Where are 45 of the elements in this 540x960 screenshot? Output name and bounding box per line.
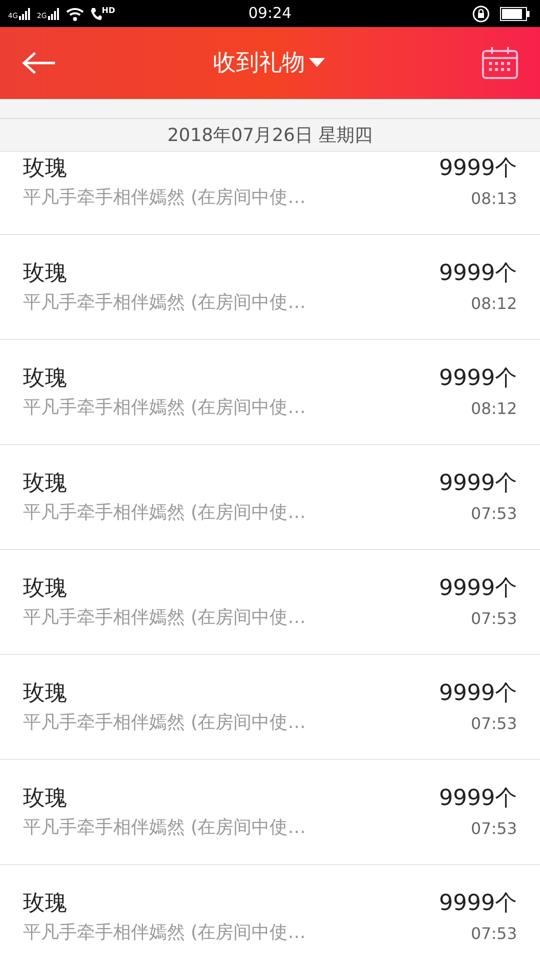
gift-count: 9999个	[439, 786, 517, 812]
gift-count: 9999个	[439, 261, 517, 287]
sender-detail: 平凡手牵手相伴嫣然 (在房间中使…	[23, 292, 306, 314]
gift-name: 玫瑰	[23, 471, 68, 497]
sender-detail: 平凡手牵手相伴嫣然 (在房间中使…	[23, 502, 306, 524]
gift-time: 07:53	[470, 504, 517, 524]
gift-count: 9999个	[439, 891, 517, 917]
wifi-icon	[66, 6, 84, 20]
gift-count: 9999个	[439, 576, 517, 602]
caret-icon	[309, 58, 325, 68]
sender-detail: 平凡手牵手相伴嫣然 (在房间中使…	[23, 922, 306, 944]
date-label: 2018年07月26日 星期四	[167, 124, 373, 148]
gift-time: 07:53	[470, 714, 517, 734]
gift-time: 07:53	[470, 819, 517, 839]
gift-time: 07:53	[470, 609, 517, 629]
sender-detail: 平凡手牵手相伴嫣然 (在房间中使…	[23, 397, 306, 419]
gift-name: 玫瑰	[23, 576, 68, 602]
gift-name: 玫瑰	[23, 891, 68, 917]
gift-name: 玫瑰	[23, 681, 68, 707]
gift-count: 9999个	[439, 681, 517, 707]
gift-count: 9999个	[439, 471, 517, 497]
sender-detail: 平凡手牵手相伴嫣然 (在房间中使…	[23, 187, 306, 209]
gift-name: 玫瑰	[23, 366, 68, 392]
gift-time: 07:53	[470, 924, 517, 944]
sender-detail: 平凡手牵手相伴嫣然 (在房间中使…	[23, 712, 306, 734]
gift-count: 9999个	[439, 366, 517, 392]
sender-detail: 平凡手牵手相伴嫣然 (在房间中使…	[23, 817, 306, 839]
phone-icon	[90, 6, 102, 20]
back-arrow-icon[interactable]	[22, 51, 56, 75]
calendar-icon[interactable]	[482, 47, 518, 79]
signal-icon	[48, 8, 60, 20]
title-dropdown[interactable]: 收到礼物	[213, 46, 325, 80]
hd-label: HD	[102, 6, 116, 14]
sender-detail: 平凡手牵手相伴嫣然 (在房间中使…	[23, 607, 306, 629]
clock: 09:24	[248, 3, 292, 24]
gift-name: 玫瑰	[23, 261, 68, 287]
gift-name: 玫瑰	[23, 786, 68, 812]
gift-time: 08:12	[470, 399, 517, 419]
battery-icon	[500, 6, 530, 20]
rotation-lock-icon	[472, 4, 490, 22]
gift-name: 玫瑰	[23, 156, 68, 182]
signal-icon	[18, 8, 31, 20]
gift-count: 9999个	[439, 156, 517, 182]
gift-time: 08:13	[470, 189, 517, 209]
gift-time: 08:12	[470, 294, 517, 314]
